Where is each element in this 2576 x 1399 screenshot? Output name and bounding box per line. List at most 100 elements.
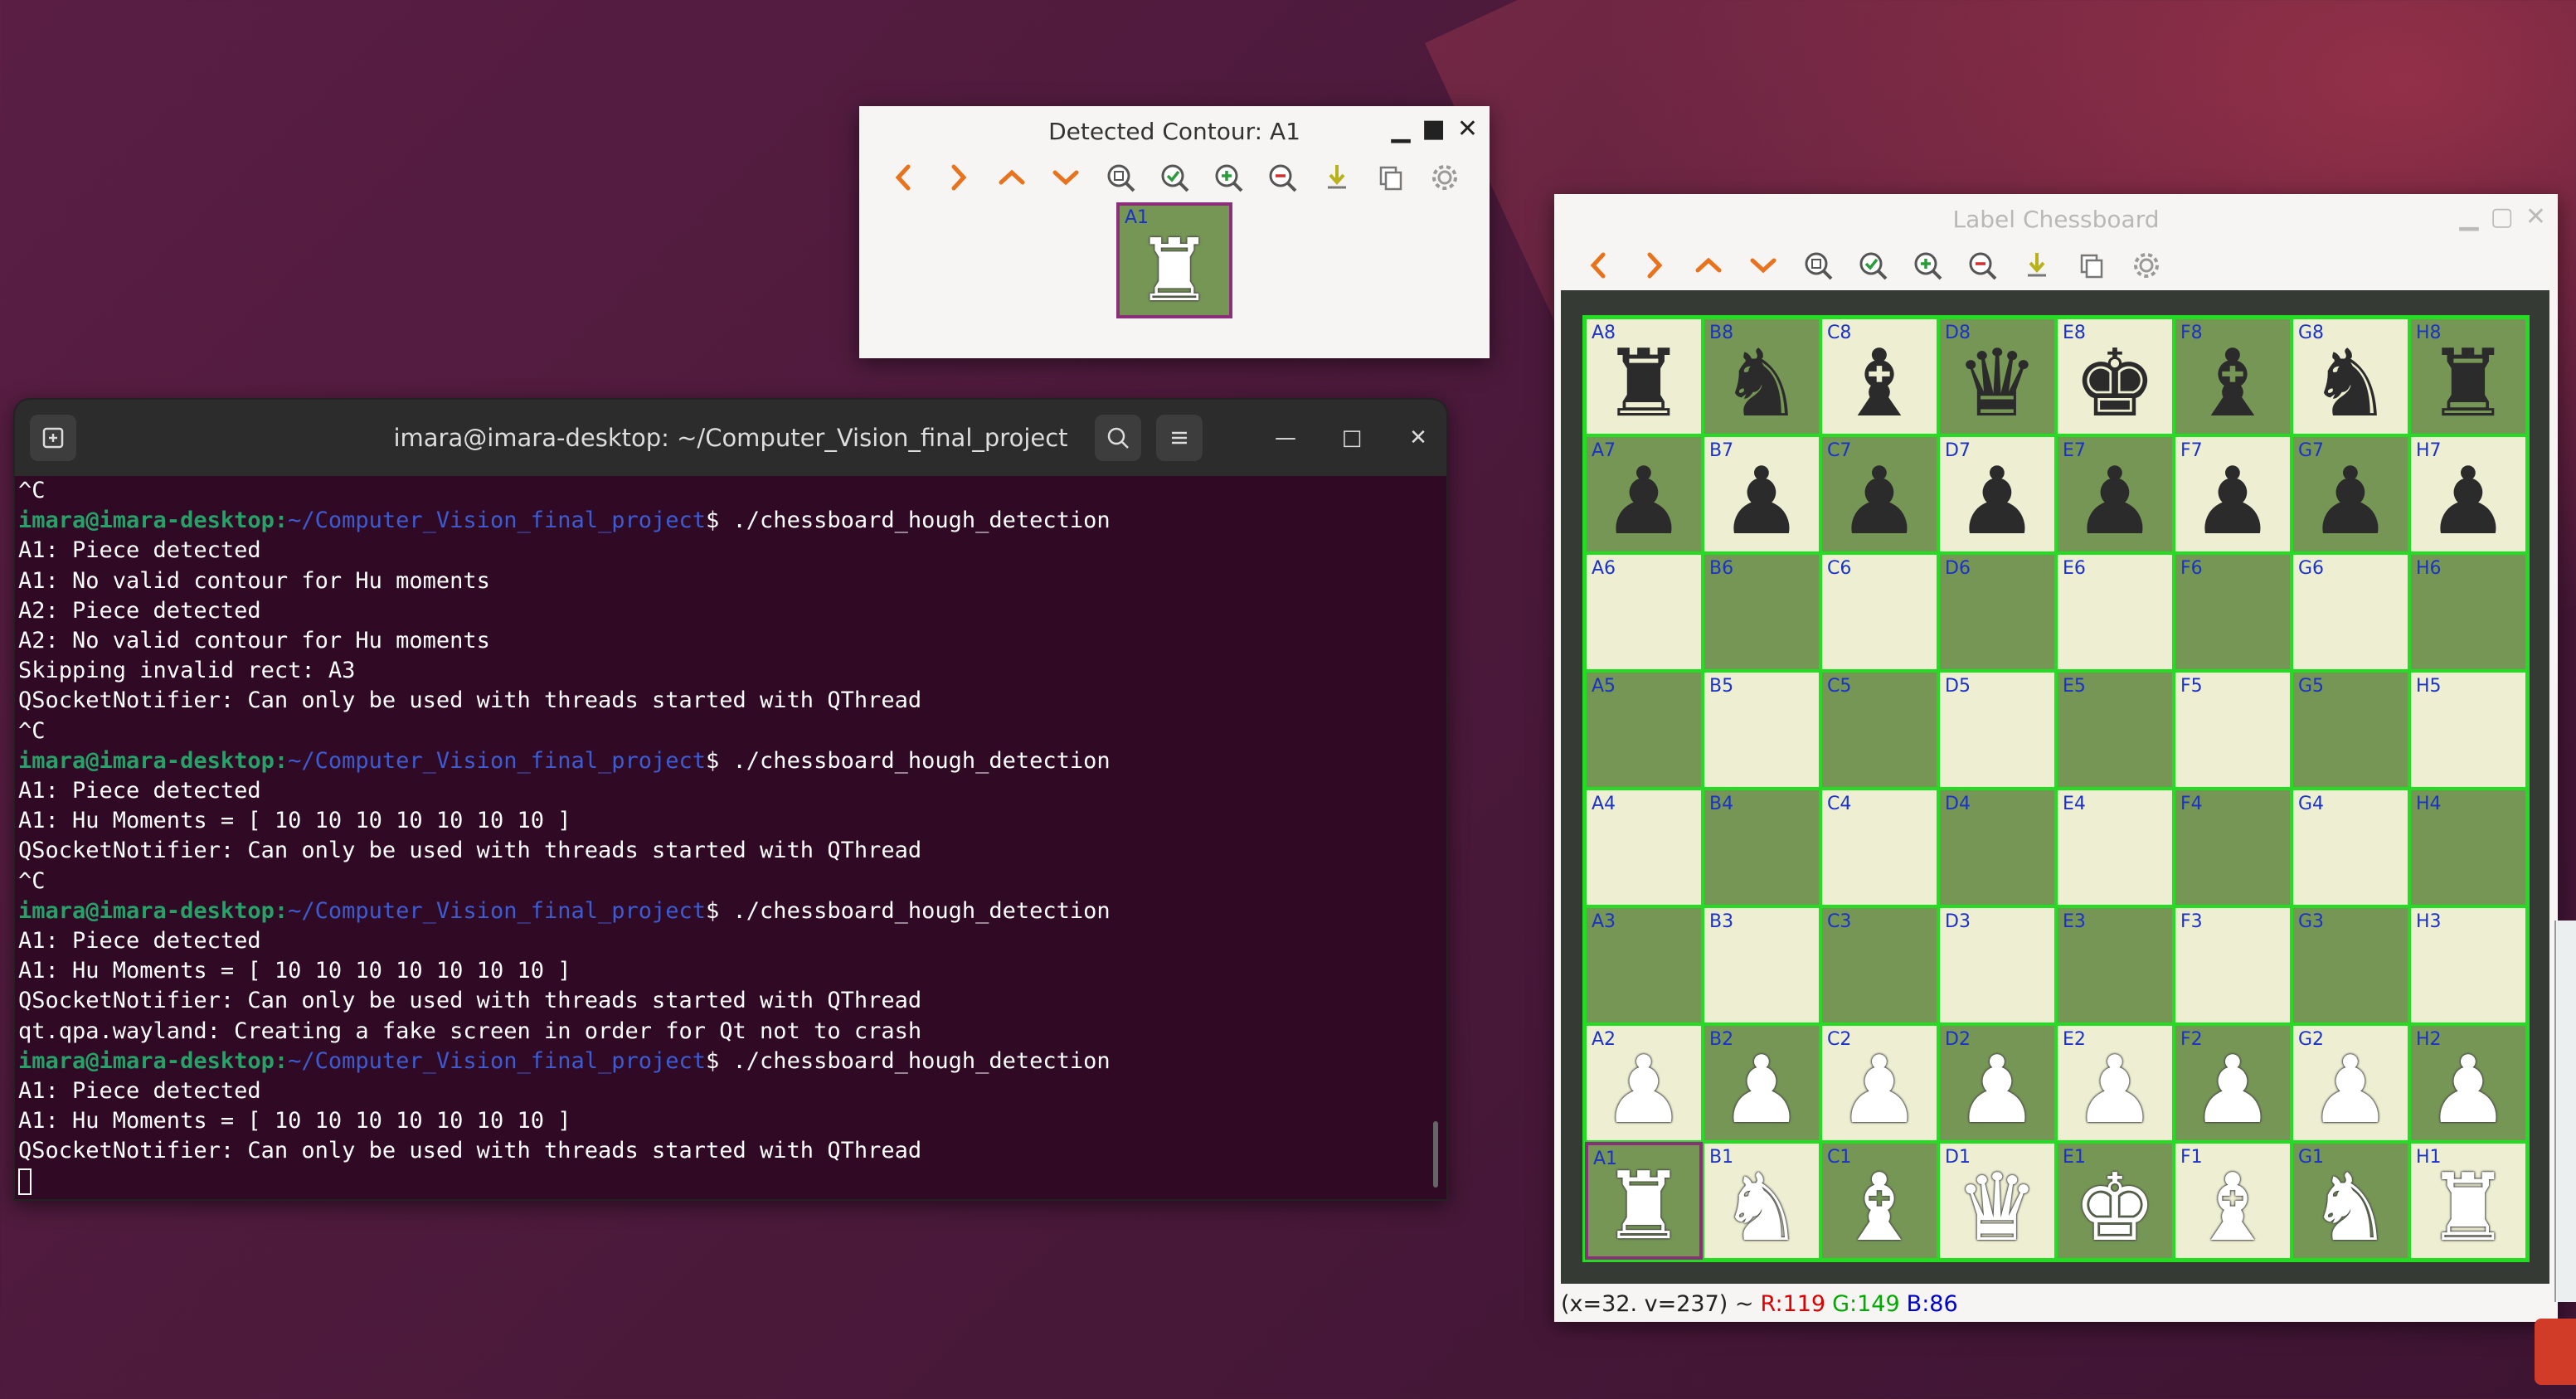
square-b5[interactable]: B5 [1703, 671, 1820, 789]
zoom-in-button[interactable] [1908, 245, 1947, 285]
square-h4[interactable]: H4 [2409, 789, 2527, 906]
square-f3[interactable]: F3 [2174, 906, 2292, 1024]
square-f7[interactable]: F7 ♟ [2174, 435, 2292, 553]
square-h6[interactable]: H6 [2409, 553, 2527, 671]
square-h3[interactable]: H3 [2409, 906, 2527, 1024]
square-h7[interactable]: H7 ♟ [2409, 435, 2527, 553]
save-button[interactable] [2017, 245, 2057, 285]
close-icon[interactable]: ✕ [2525, 202, 2546, 231]
square-h5[interactable]: H5 [2409, 671, 2527, 789]
arrow-right-button[interactable] [938, 158, 977, 197]
square-h2[interactable]: H2 ♟ [2409, 1024, 2527, 1142]
square-e6[interactable]: E6 [2056, 553, 2174, 671]
square-c7[interactable]: C7 ♟ [1820, 435, 1938, 553]
square-g4[interactable]: G4 [2292, 789, 2409, 906]
zoom-in-button[interactable] [1209, 158, 1248, 197]
square-a8[interactable]: A8 ♜ [1585, 318, 1703, 435]
square-c4[interactable]: C4 [1820, 789, 1938, 906]
square-c2[interactable]: C2 ♟ [1820, 1024, 1938, 1142]
search-button[interactable] [1095, 415, 1141, 461]
arrow-left-button[interactable] [1579, 245, 1619, 285]
terminal-titlebar[interactable]: imara@imara-desktop: ~/Computer_Vision_f… [15, 400, 1446, 476]
square-g2[interactable]: G2 ♟ [2292, 1024, 2409, 1142]
zoom-check-button[interactable] [1154, 158, 1193, 197]
square-b6[interactable]: B6 [1703, 553, 1820, 671]
offscreen-app-edge[interactable] [2535, 1319, 2576, 1385]
square-e5[interactable]: E5 [2056, 671, 2174, 789]
board-window-titlebar[interactable]: Label Chessboard ▁ ▢ ✕ [1554, 194, 2558, 244]
terminal-output[interactable]: ^C imara@imara-desktop:~/Computer_Vision_… [15, 476, 1446, 1197]
zoom-check-button[interactable] [1853, 245, 1893, 285]
square-a2[interactable]: A2 ♟ [1585, 1024, 1703, 1142]
square-c8[interactable]: C8 ♝ [1820, 318, 1938, 435]
square-e4[interactable]: E4 [2056, 789, 2174, 906]
square-a7[interactable]: A7 ♟ [1585, 435, 1703, 553]
square-b3[interactable]: B3 [1703, 906, 1820, 1024]
square-d7[interactable]: D7 ♟ [1938, 435, 2056, 553]
zoom-out-button[interactable] [1263, 158, 1302, 197]
square-b4[interactable]: B4 [1703, 789, 1820, 906]
arrow-right-button[interactable] [1634, 245, 1674, 285]
square-f4[interactable]: F4 [2174, 789, 2292, 906]
offscreen-window-edge[interactable] [2554, 921, 2576, 1302]
zoom-fit-button[interactable] [1798, 245, 1838, 285]
square-d6[interactable]: D6 [1938, 553, 2056, 671]
minimize-icon[interactable]: ▁ [1391, 114, 1410, 143]
square-g3[interactable]: G3 [2292, 906, 2409, 1024]
square-e7[interactable]: E7 ♟ [2056, 435, 2174, 553]
square-h1[interactable]: H1 ♜ [2409, 1142, 2527, 1260]
arrow-down-button[interactable] [1743, 245, 1783, 285]
square-a5[interactable]: A5 [1585, 671, 1703, 789]
square-d8[interactable]: D8 ♛ [1938, 318, 2056, 435]
zoom-fit-button[interactable] [1101, 158, 1140, 197]
square-e8[interactable]: E8 ♚ [2056, 318, 2174, 435]
square-a3[interactable]: A3 [1585, 906, 1703, 1024]
maximize-button[interactable]: □ [1329, 415, 1375, 461]
square-d5[interactable]: D5 [1938, 671, 2056, 789]
square-f8[interactable]: F8 ♝ [2174, 318, 2292, 435]
contour-window-titlebar[interactable]: Detected Contour: A1 ▁ ■ ✕ [859, 106, 1490, 156]
square-d2[interactable]: D2 ♟ [1938, 1024, 2056, 1142]
copy-button[interactable] [1371, 158, 1410, 197]
square-f2[interactable]: F2 ♟ [2174, 1024, 2292, 1142]
menu-button[interactable] [1156, 415, 1203, 461]
square-g1[interactable]: G1 ♞ [2292, 1142, 2409, 1260]
square-d3[interactable]: D3 [1938, 906, 2056, 1024]
gear-button[interactable] [1426, 158, 1465, 197]
square-e3[interactable]: E3 [2056, 906, 2174, 1024]
square-g5[interactable]: G5 [2292, 671, 2409, 789]
square-b8[interactable]: B8 ♞ [1703, 318, 1820, 435]
square-d1[interactable]: D1 ♛ [1938, 1142, 2056, 1260]
copy-button[interactable] [2072, 245, 2112, 285]
square-f1[interactable]: F1 ♝ [2174, 1142, 2292, 1260]
square-c3[interactable]: C3 [1820, 906, 1938, 1024]
minimize-icon[interactable]: ▁ [2459, 202, 2478, 231]
arrow-up-button[interactable] [1689, 245, 1728, 285]
square-g8[interactable]: G8 ♞ [2292, 318, 2409, 435]
maximize-icon[interactable]: ■ [1422, 114, 1446, 143]
square-c6[interactable]: C6 [1820, 553, 1938, 671]
arrow-left-button[interactable] [884, 158, 923, 197]
square-e1[interactable]: E1 ♚ [2056, 1142, 2174, 1260]
square-f5[interactable]: F5 [2174, 671, 2292, 789]
square-c1[interactable]: C1 ♝ [1820, 1142, 1938, 1260]
gear-button[interactable] [2126, 245, 2166, 285]
save-button[interactable] [1317, 158, 1356, 197]
new-tab-button[interactable] [30, 415, 76, 461]
maximize-icon[interactable]: ▢ [2491, 202, 2514, 231]
terminal-scrollbar[interactable] [1433, 1121, 1438, 1188]
square-d4[interactable]: D4 [1938, 789, 2056, 906]
square-b1[interactable]: B1 ♞ [1703, 1142, 1820, 1260]
minimize-button[interactable]: — [1262, 415, 1309, 461]
square-b7[interactable]: B7 ♟ [1703, 435, 1820, 553]
square-g7[interactable]: G7 ♟ [2292, 435, 2409, 553]
square-h8[interactable]: H8 ♜ [2409, 318, 2527, 435]
square-b2[interactable]: B2 ♟ [1703, 1024, 1820, 1142]
zoom-out-button[interactable] [1962, 245, 2002, 285]
close-icon[interactable]: ✕ [1457, 114, 1478, 143]
square-a4[interactable]: A4 [1585, 789, 1703, 906]
square-f6[interactable]: F6 [2174, 553, 2292, 671]
close-button[interactable]: ✕ [1395, 415, 1441, 461]
square-a6[interactable]: A6 [1585, 553, 1703, 671]
square-e2[interactable]: E2 ♟ [2056, 1024, 2174, 1142]
